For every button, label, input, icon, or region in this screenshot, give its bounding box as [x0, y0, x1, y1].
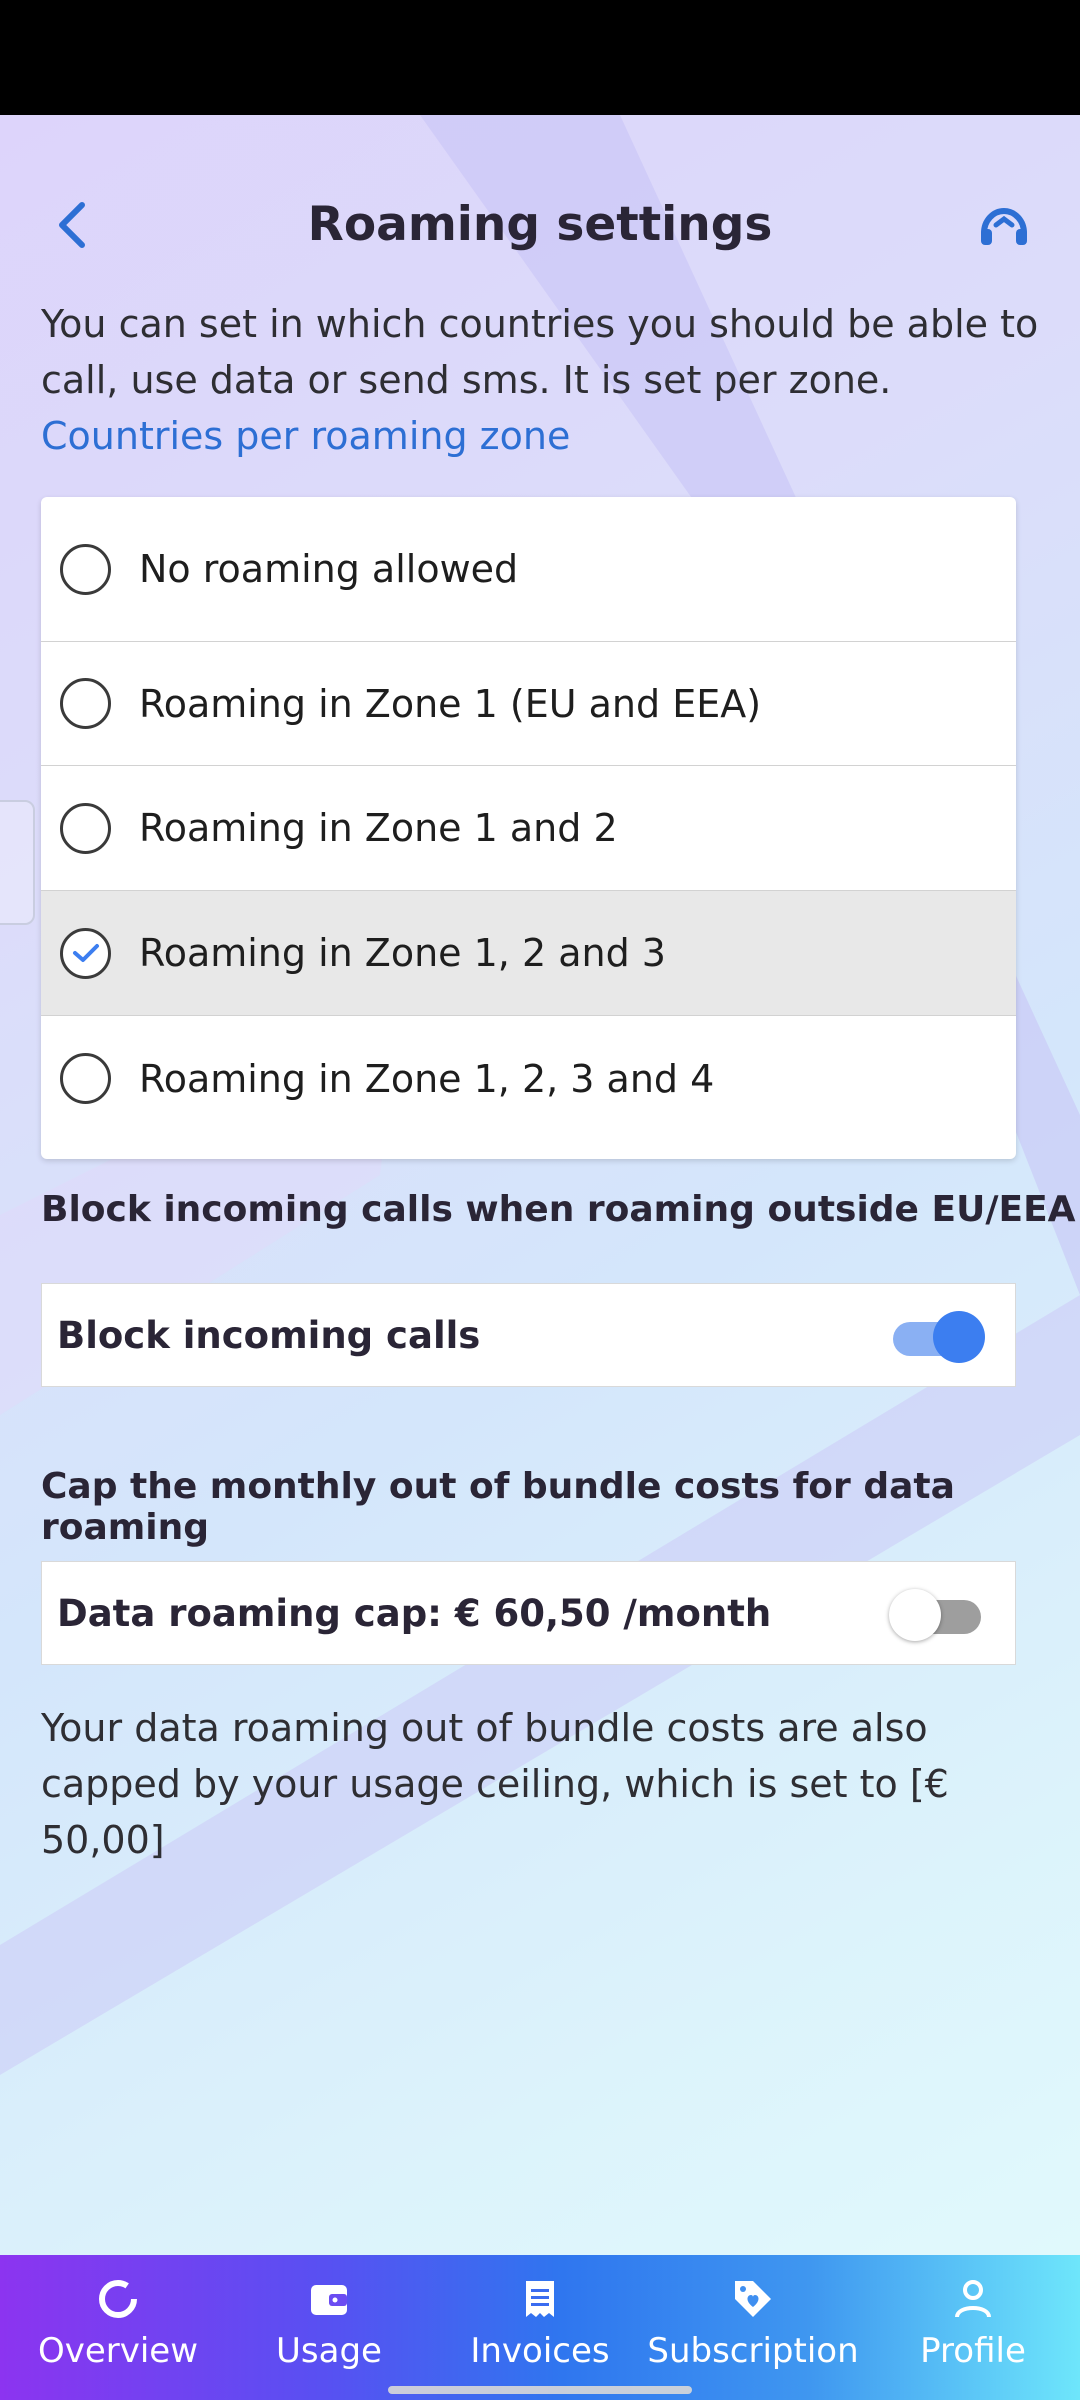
- nav-item-overview[interactable]: Overview: [0, 2255, 236, 2400]
- roaming-options-card: No roaming allowed Roaming in Zone 1 (EU…: [41, 497, 1016, 1159]
- usage-ceiling-note: Your data roaming out of bundle costs ar…: [41, 1706, 949, 1862]
- option-label: Roaming in Zone 1 (EU and EEA): [139, 681, 762, 726]
- nav-label: Subscription: [647, 2331, 859, 2371]
- countries-per-zone-link[interactable]: Countries per roaming zone: [41, 414, 570, 458]
- data-cap-toggle[interactable]: [889, 1586, 985, 1642]
- radio-button-checked[interactable]: [60, 927, 111, 979]
- radio-button[interactable]: [60, 678, 111, 729]
- roaming-option-none[interactable]: No roaming allowed: [41, 497, 1016, 642]
- nav-item-profile[interactable]: Profile: [866, 2255, 1080, 2400]
- nav-label: Overview: [37, 2331, 199, 2371]
- status-bar: [0, 0, 1080, 115]
- receipt-icon: [518, 2277, 562, 2321]
- block-calls-label: Block incoming calls: [57, 1313, 481, 1357]
- roaming-option-zone-1[interactable]: Roaming in Zone 1 (EU and EEA): [41, 642, 1016, 766]
- headset-icon: [981, 208, 1027, 245]
- nav-label: Profile: [920, 2331, 1026, 2371]
- bottom-navigation: Overview Usage Invoices Subscription Pro…: [0, 2255, 1080, 2400]
- nav-label: Usage: [276, 2331, 382, 2371]
- toggle-thumb: [889, 1589, 941, 1641]
- option-label: Roaming in Zone 1 and 2: [139, 806, 618, 850]
- roaming-option-zone-1-2-3[interactable]: Roaming in Zone 1, 2 and 3: [41, 891, 1016, 1016]
- block-calls-card: Block incoming calls: [41, 1283, 1016, 1387]
- roaming-option-zone-1-2[interactable]: Roaming in Zone 1 and 2: [41, 766, 1016, 891]
- roaming-option-zone-1-2-3-4[interactable]: Roaming in Zone 1, 2, 3 and 4: [41, 1016, 1016, 1141]
- block-calls-toggle[interactable]: [889, 1308, 985, 1364]
- option-label: Roaming in Zone 1, 2 and 3: [139, 931, 666, 975]
- home-indicator: [388, 2386, 692, 2394]
- nav-item-usage[interactable]: Usage: [236, 2255, 422, 2400]
- side-drawer-handle[interactable]: [0, 800, 35, 925]
- support-button[interactable]: [972, 195, 1036, 259]
- radio-button[interactable]: [60, 543, 111, 595]
- checkmark-icon: [72, 944, 99, 962]
- person-icon: [951, 2277, 995, 2321]
- toggle-thumb: [933, 1311, 985, 1363]
- nav-label: Invoices: [470, 2331, 610, 2371]
- block-calls-section-title: Block incoming calls when roaming outsid…: [41, 1189, 1076, 1230]
- nav-item-invoices[interactable]: Invoices: [422, 2255, 658, 2400]
- tag-heart-icon: [731, 2277, 775, 2321]
- donut-chart-icon: [96, 2277, 140, 2321]
- data-cap-section-title: Cap the monthly out of bundle costs for …: [41, 1466, 955, 1548]
- radio-button[interactable]: [60, 1053, 111, 1104]
- option-label: No roaming allowed: [139, 547, 519, 591]
- header: Roaming settings: [0, 185, 1080, 265]
- wallet-icon: [307, 2277, 351, 2321]
- radio-button[interactable]: [60, 802, 111, 854]
- intro-text: You can set in which countries you shoul…: [41, 302, 1039, 402]
- data-cap-card: Data roaming cap: € 60,50 /month: [41, 1561, 1016, 1665]
- option-label: Roaming in Zone 1, 2, 3 and 4: [139, 1056, 715, 1101]
- data-cap-label: Data roaming cap: € 60,50 /month: [57, 1591, 772, 1635]
- nav-item-subscription[interactable]: Subscription: [640, 2255, 866, 2400]
- page-title: Roaming settings: [307, 197, 773, 252]
